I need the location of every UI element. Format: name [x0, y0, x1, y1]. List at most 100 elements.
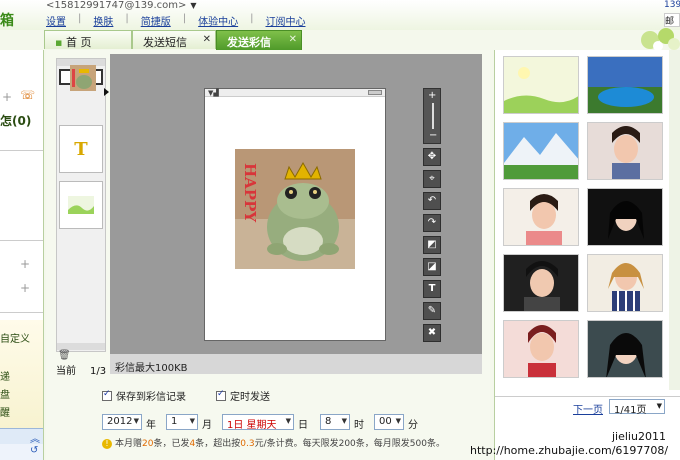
gallery-image[interactable]	[587, 320, 663, 378]
year-unit: 年	[146, 420, 156, 431]
divider	[0, 240, 43, 241]
delete-frame-icon[interactable]: 🗑︎	[58, 350, 71, 361]
gallery-image[interactable]	[587, 254, 663, 312]
sidebar-item-custom[interactable]: 自定义	[0, 330, 30, 345]
nav-experience[interactable]: 体验中心	[198, 13, 238, 28]
minute-select[interactable]: 00 ▼	[374, 414, 404, 430]
add-icon[interactable]: +	[20, 281, 30, 295]
zoom-track[interactable]	[432, 103, 434, 129]
nav-settings[interactable]: 设置	[46, 13, 66, 28]
watermark-user: jieliu2011	[612, 430, 666, 443]
flower-decoration-icon	[641, 28, 680, 50]
nav-simple[interactable]: 简捷版	[141, 13, 171, 28]
frame-thumb-2[interactable]: T	[59, 125, 103, 173]
chevron-down-icon: ▼	[656, 402, 662, 410]
page-select[interactable]: 1/41页 ▼	[609, 399, 665, 416]
zoom-in-icon[interactable]: +	[428, 90, 436, 101]
month-value: 1	[171, 416, 178, 427]
edit-icon[interactable]: ✎	[423, 302, 441, 320]
timed-send-checkbox[interactable]: 定时发送	[216, 388, 270, 403]
checkbox-checked-icon[interactable]	[102, 389, 112, 401]
month-select[interactable]: 1 ▼	[166, 414, 198, 430]
add-icon[interactable]: +	[20, 257, 30, 271]
note-free-count: 20	[142, 439, 154, 449]
sidebar-refresh[interactable]: ↺	[0, 444, 43, 460]
tab-send-sms[interactable]: 发送短信 ✕	[132, 30, 216, 49]
divider	[0, 150, 43, 151]
portrait-image	[588, 255, 662, 311]
info-icon: !	[102, 439, 112, 449]
note-text: 条，已发	[153, 439, 190, 449]
rotate-right-icon[interactable]: ↷	[423, 214, 441, 232]
delete-icon[interactable]: ✖	[423, 324, 441, 342]
gallery-image[interactable]	[503, 188, 579, 246]
phone-icon[interactable]: ☏	[20, 88, 35, 102]
move-icon[interactable]: ✥	[423, 148, 441, 166]
frame-thumbnails: T	[56, 58, 106, 352]
sidebar-item-deliver[interactable]: 递	[0, 368, 10, 383]
gallery-image[interactable]	[503, 56, 579, 114]
nav-separator: |	[182, 13, 187, 24]
day-select[interactable]: 1日 星期天 ▼	[222, 414, 294, 431]
hour-select[interactable]: 8 ▼	[320, 414, 350, 430]
text-icon[interactable]: T	[423, 280, 441, 298]
gallery-image[interactable]	[587, 188, 663, 246]
gallery-image[interactable]	[587, 56, 663, 114]
month-unit: 月	[202, 420, 212, 431]
image-gallery	[503, 56, 667, 386]
tab-home-label: 首 页	[65, 36, 92, 49]
gallery-scrollbar[interactable]	[669, 50, 680, 390]
phone-preview[interactable]: ▼▟ HAPPY	[204, 88, 386, 341]
rotate-left-icon[interactable]: ↶	[423, 192, 441, 210]
checkbox-checked-icon[interactable]	[216, 389, 226, 401]
send-back-icon[interactable]: ◪	[423, 258, 441, 276]
frame-thumb-1[interactable]	[59, 64, 103, 91]
schedule-row: 2012 ▼ 年 1 ▼ 月 1日 星期天 ▼ 日 8 ▼ 时 00 ▼ 分	[102, 414, 422, 432]
tab-send-mms-label: 发送彩信	[227, 36, 271, 49]
nav-subscribe[interactable]: 订阅中心	[266, 13, 306, 28]
sidebar-count[interactable]: 怎(0)	[0, 112, 31, 129]
tab-send-mms[interactable]: 发送彩信 ✕	[216, 30, 302, 50]
nav-separator: |	[125, 13, 129, 24]
portrait-image	[588, 189, 662, 245]
nav-skin[interactable]: 换肤	[93, 13, 113, 28]
close-icon[interactable]: ✕	[203, 34, 211, 45]
note-price: 0.3	[240, 439, 255, 449]
thumbs-scroll-down[interactable]	[57, 343, 105, 350]
chevron-down-icon[interactable]: ▼	[190, 1, 196, 10]
mountain-image	[504, 123, 578, 179]
lake-image	[588, 57, 662, 113]
note-text: 条，超出按	[195, 439, 241, 449]
sidebar-collapse[interactable]: ︽	[0, 428, 43, 445]
save-record-checkbox[interactable]: 保存到彩信记录	[102, 388, 186, 403]
pager-value: 1/3	[90, 366, 107, 377]
top-header: 箱 <15812991747@139.com> ▼ 设置 | 换肤 | 简捷版 |…	[0, 0, 680, 50]
top-right-id[interactable]: 139	[664, 0, 680, 10]
frame-thumb-3[interactable]	[59, 181, 103, 229]
bring-front-icon[interactable]: ◩	[423, 236, 441, 254]
close-icon[interactable]: ✕	[289, 34, 297, 45]
frog-thumb-icon	[70, 64, 96, 91]
account-email[interactable]: <15812991747@139.com> ▼	[46, 0, 197, 11]
zoom-out-icon[interactable]: −	[429, 130, 437, 141]
timed-send-label: 定时发送	[230, 392, 270, 403]
sidebar-item-remind[interactable]: 醒	[0, 404, 10, 419]
sidebar-item-disk[interactable]: 盘	[0, 386, 10, 401]
canvas-stage: ▼▟ HAPPY + − ✥ ⌖ ↶ ↷ ◩ ◪ T ✎ ✖	[110, 54, 482, 354]
zoom-slider[interactable]: + −	[423, 88, 441, 144]
gallery-image[interactable]	[503, 254, 579, 312]
page-select-value: 1/41页	[614, 405, 647, 416]
chevron-down-icon: ▼	[189, 417, 195, 425]
crosshair-icon[interactable]: ⌖	[423, 170, 441, 188]
note-text: 本月赠	[115, 439, 143, 449]
gallery-image[interactable]	[503, 122, 579, 180]
year-select[interactable]: 2012 ▼	[102, 414, 142, 430]
add-icon[interactable]: +	[2, 90, 12, 104]
next-page-link[interactable]: 下一页	[573, 401, 603, 416]
gallery-image[interactable]	[503, 320, 579, 378]
frog-photo[interactable]: HAPPY	[235, 149, 355, 269]
tab-home[interactable]: ▪ 首 页	[44, 30, 132, 49]
note-text: 元/条计费。每天限发200条，每月限发500条。	[254, 439, 445, 449]
gallery-image[interactable]	[587, 122, 663, 180]
mailbox-button[interactable]: 邮	[664, 13, 680, 27]
